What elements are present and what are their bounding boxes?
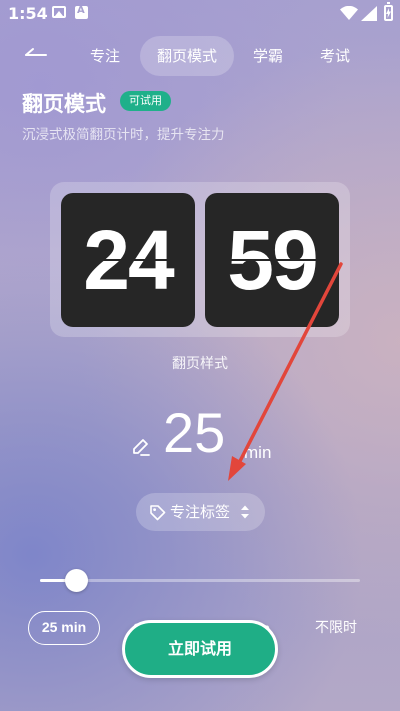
tab-flip-mode[interactable]: 翻页模式 xyxy=(140,36,234,76)
flip-seam xyxy=(61,259,195,261)
flip-seam xyxy=(205,259,339,261)
tab-exam[interactable]: 考试 xyxy=(310,36,360,76)
duration-slider[interactable] xyxy=(40,569,360,592)
a-notification-icon: A xyxy=(75,5,88,19)
slider-thumb[interactable] xyxy=(64,569,88,592)
tag-icon xyxy=(150,505,166,521)
trial-badge: 可试用 xyxy=(120,91,171,111)
duration-unit: min xyxy=(244,443,272,462)
page-subtitle: 沉浸式极简翻页计时，提升专注力 xyxy=(22,127,225,143)
preset-25-min[interactable]: 25 min xyxy=(28,611,100,645)
pencil-icon[interactable] xyxy=(130,436,152,458)
wifi-icon xyxy=(340,6,358,20)
back-arrow-icon xyxy=(25,48,47,56)
status-time: 1:54 xyxy=(8,4,48,23)
preset-unlimited[interactable]: 不限时 xyxy=(301,611,371,645)
battery-charging-icon xyxy=(384,2,393,21)
gallery-icon xyxy=(52,6,66,18)
try-now-button[interactable]: 立即试用 xyxy=(122,620,278,678)
duration-value[interactable]: 25 xyxy=(163,400,225,465)
tab-study-master[interactable]: 学霸 xyxy=(243,36,293,76)
page-title: 翻页模式 xyxy=(22,92,106,116)
up-down-arrows-icon xyxy=(241,505,249,519)
tab-focus[interactable]: 专注 xyxy=(80,36,130,76)
focus-tag-label: 专注标签 xyxy=(170,503,231,521)
flip-card-hours: 24 xyxy=(61,193,195,327)
status-bar: 1:54 A xyxy=(0,0,400,28)
back-button[interactable] xyxy=(22,43,48,65)
flip-card-minutes: 59 xyxy=(205,193,339,327)
focus-tag-selector[interactable]: 专注标签 xyxy=(136,493,265,531)
flip-style-label[interactable]: 翻页样式 xyxy=(0,353,400,373)
signal-icon xyxy=(361,6,377,21)
